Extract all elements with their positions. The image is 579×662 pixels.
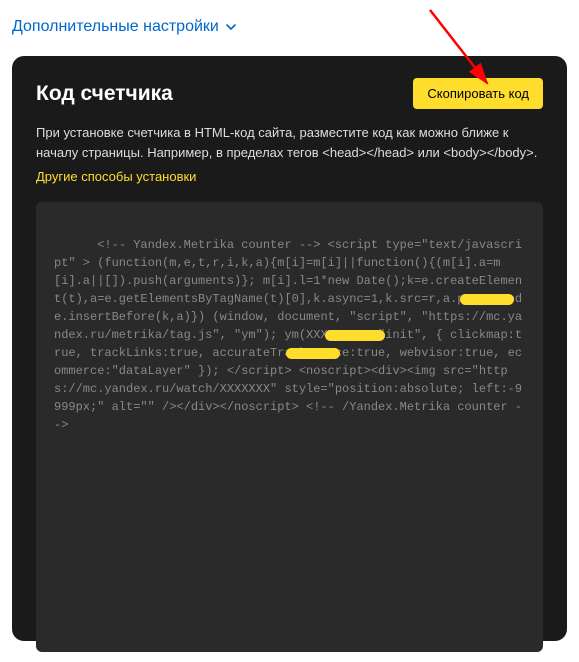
code-text: <!-- Yandex.Metrika counter --> <script …: [54, 218, 525, 506]
additional-settings-link[interactable]: Дополнительные настройки: [0, 0, 579, 56]
additional-settings-label: Дополнительные настройки: [12, 18, 219, 36]
chevron-down-icon: [225, 21, 237, 33]
copy-code-button[interactable]: Скопировать код: [413, 78, 543, 109]
code-box[interactable]: <!-- Yandex.Metrika counter --> <script …: [36, 202, 543, 652]
panel-title: Код счетчика: [36, 82, 173, 106]
panel-header: Код счетчика Скопировать код: [36, 78, 543, 109]
code-content: <!-- Yandex.Metrika counter --> <script …: [54, 238, 522, 432]
highlight-marker: [286, 348, 340, 359]
highlight-marker: [460, 294, 514, 305]
counter-code-panel: Код счетчика Скопировать код При установ…: [12, 56, 567, 641]
panel-description: При установке счетчика в HTML-код сайта,…: [36, 123, 543, 162]
highlight-marker: [325, 330, 385, 341]
other-install-methods-link[interactable]: Другие способы установки: [36, 169, 196, 184]
